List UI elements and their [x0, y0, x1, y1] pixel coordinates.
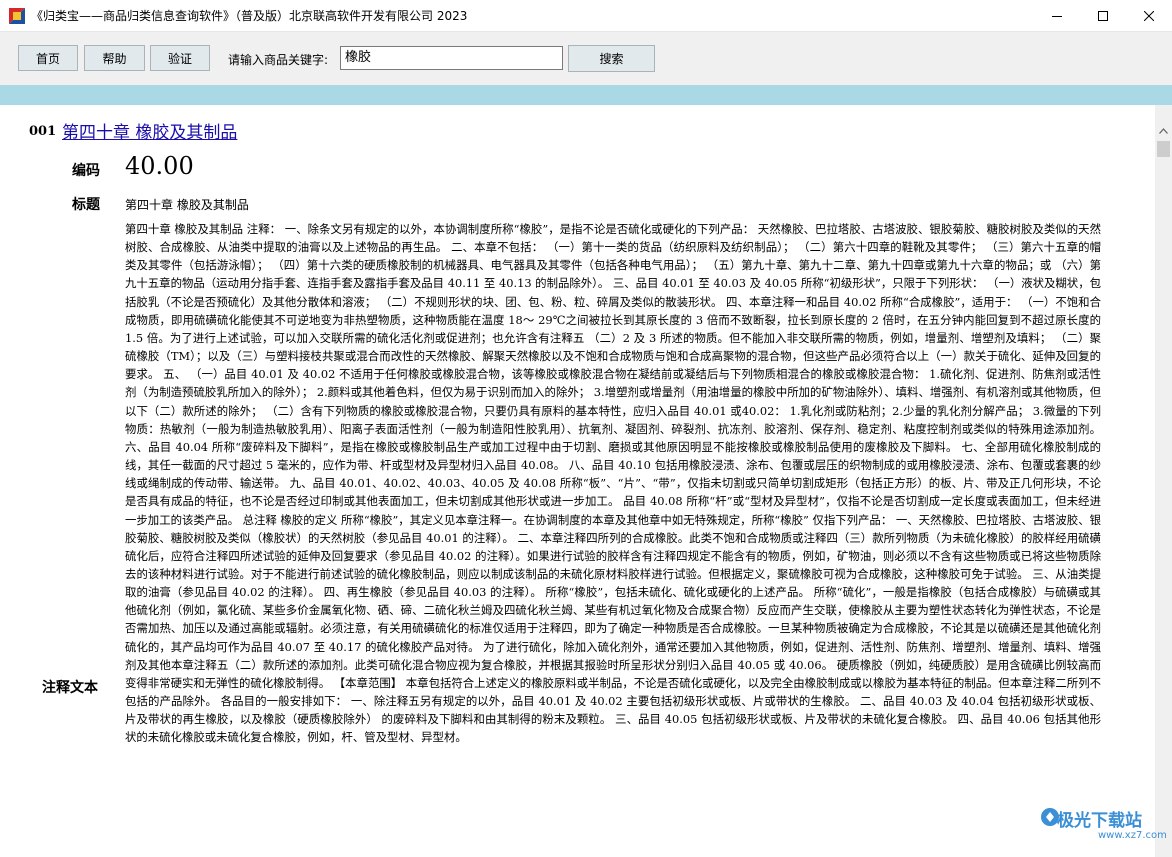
notes-text: 第四十章 橡胶及其制品 注释： 一、除条文另有规定的以外，本协调制度所称“橡胶”… — [125, 222, 1101, 745]
notes-label: 注释文本 — [42, 680, 98, 696]
chevron-up-icon — [1159, 127, 1168, 134]
help-button[interactable]: 帮助 — [84, 45, 145, 71]
code-value: 40.00 — [125, 152, 194, 180]
result-content: 001 第四十章 橡胶及其制品 编码 40.00 标题 第四十章 橡胶及其制品 … — [0, 105, 1155, 857]
scroll-up-button[interactable] — [1155, 122, 1172, 139]
keyword-label: 请输入商品关键字: — [228, 53, 329, 67]
app-logo-icon — [9, 8, 25, 24]
title-label: 标题 — [72, 197, 100, 213]
header-divider-band — [0, 85, 1172, 105]
toolbar: 首页 帮助 验证 请输入商品关键字: 橡胶 搜索 — [0, 31, 1172, 85]
minimize-icon — [1052, 15, 1062, 17]
search-button[interactable]: 搜索 — [568, 45, 655, 72]
maximize-button[interactable] — [1080, 0, 1126, 31]
record-number: 001 — [29, 124, 57, 139]
home-button[interactable]: 首页 — [18, 45, 78, 71]
maximize-icon — [1098, 10, 1108, 21]
chapter-link[interactable]: 第四十章 橡胶及其制品 — [62, 118, 237, 143]
verify-button[interactable]: 验证 — [150, 45, 210, 71]
title-value: 第四十章 橡胶及其制品 — [125, 198, 249, 212]
minimize-button[interactable] — [1034, 0, 1080, 31]
window-title: 《归类宝——商品归类信息查询软件》（普及版）北京联高软件开发有限公司 2023 — [31, 9, 468, 23]
close-button[interactable] — [1126, 0, 1172, 31]
scroll-thumb[interactable] — [1157, 141, 1170, 157]
close-icon — [1144, 10, 1154, 21]
vertical-scrollbar[interactable] — [1155, 105, 1172, 857]
code-label: 编码 — [72, 163, 100, 179]
title-bar: 《归类宝——商品归类信息查询软件》（普及版）北京联高软件开发有限公司 2023 — [0, 0, 1172, 31]
watermark-url: www.xz7.com — [1098, 830, 1167, 841]
watermark-text: 极光下载站 — [1057, 811, 1142, 831]
search-input[interactable]: 橡胶 — [340, 46, 563, 70]
